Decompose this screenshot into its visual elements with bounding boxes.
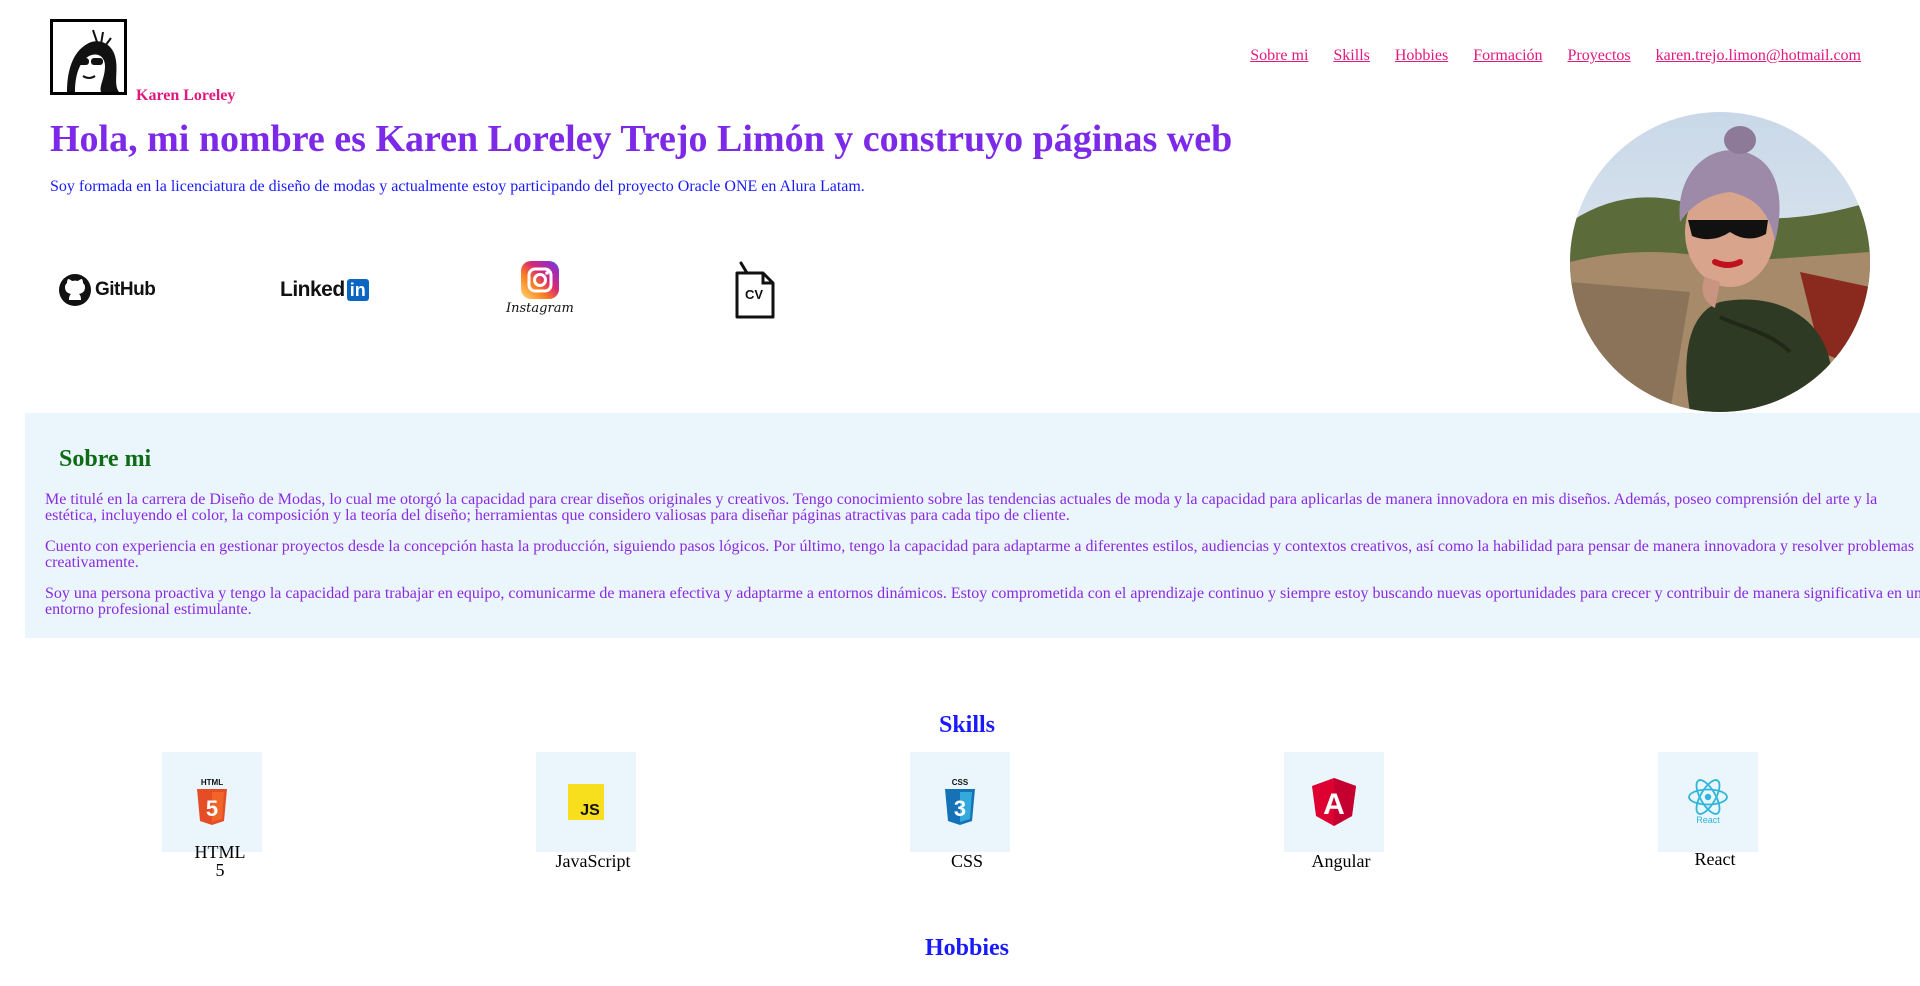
nav-link-sobre-mi[interactable]: Sobre mi <box>1250 47 1308 65</box>
skill-label-angular: Angular <box>1311 851 1371 871</box>
skill-name-html5: HTML 5 <box>194 842 246 880</box>
logo[interactable] <box>50 19 127 95</box>
linkedin-icon: in <box>346 279 369 301</box>
hobbies-title: Hobbies <box>924 935 1010 961</box>
instagram-link[interactable]: Instagram <box>506 260 574 316</box>
react-badge-text: React <box>1696 815 1720 825</box>
about-paragraph-2: Cuento con experiencia en gestionar proy… <box>45 538 1915 571</box>
skill-card-react: React <box>1658 752 1758 852</box>
angular-icon: A <box>1312 778 1356 826</box>
about-section: Sobre mi Me titulé en la carrera de Dise… <box>25 413 1920 638</box>
github-icon <box>59 274 91 306</box>
html5-number-text: 5 <box>206 796 218 821</box>
skill-card-angular: A <box>1284 752 1384 852</box>
html5-badge-text: HTML <box>201 778 223 787</box>
github-link[interactable]: GitHub <box>58 270 156 310</box>
hero-title: Hola, mi nombre es Karen Loreley Trejo L… <box>50 118 1233 160</box>
logo-illustration-icon <box>53 22 124 92</box>
instagram-label: Instagram <box>506 301 574 316</box>
nav-link-hobbies[interactable]: Hobbies <box>1395 47 1448 65</box>
linkedin-link[interactable]: Linked in <box>280 277 369 303</box>
skill-label-css: CSS <box>950 851 984 871</box>
skill-card-html5: HTML 5 <box>162 752 262 852</box>
about-title: Sobre mi <box>59 446 152 472</box>
about-paragraph-3: Soy una persona proactiva y tengo la cap… <box>45 585 1920 618</box>
nav-link-formacion[interactable]: Formación <box>1473 47 1542 65</box>
javascript-badge-text: JS <box>580 802 600 819</box>
nav-link-email[interactable]: karen.trejo.limon@hotmail.com <box>1656 47 1861 65</box>
about-paragraph-1: Me titulé en la carrera de Diseño de Mod… <box>45 491 1878 524</box>
cv-link[interactable]: CV <box>733 261 777 319</box>
css3-number-text: 3 <box>954 796 966 821</box>
css3-badge-text: CSS <box>952 778 969 787</box>
instagram-icon <box>520 261 559 299</box>
linkedin-label: Linked <box>280 278 345 301</box>
skill-card-javascript: JS <box>536 752 636 852</box>
main-nav: Sobre mi Skills Hobbies Formación Proyec… <box>1250 47 1861 65</box>
angular-glyph-text: A <box>1323 788 1345 821</box>
brand-name: Karen Loreley <box>136 87 236 104</box>
hero-subtitle: Soy formada en la licenciatura de diseño… <box>50 178 865 195</box>
nav-link-skills[interactable]: Skills <box>1333 47 1369 65</box>
css3-icon: CSS 3 <box>945 778 975 825</box>
profile-photo-image <box>1570 112 1870 412</box>
react-icon: React <box>1688 779 1728 825</box>
github-label: GitHub <box>95 279 156 300</box>
skill-label-javascript: JavaScript <box>555 851 631 871</box>
html5-icon: HTML 5 <box>197 778 227 825</box>
nav-link-proyectos[interactable]: Proyectos <box>1568 47 1631 65</box>
skill-label-html5: HTML 5 <box>170 843 270 879</box>
skills-title: Skills <box>938 712 996 738</box>
cv-label: CV <box>745 287 764 302</box>
skill-label-react: React <box>1694 849 1736 869</box>
profile-photo <box>1570 112 1870 412</box>
skill-card-css: CSS 3 <box>910 752 1010 852</box>
javascript-icon: JS <box>568 784 604 820</box>
